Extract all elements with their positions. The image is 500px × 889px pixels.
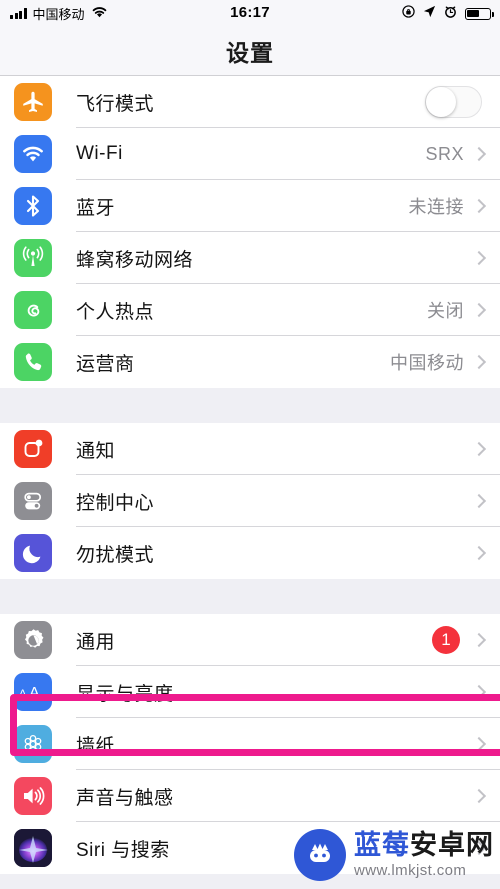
group-separator xyxy=(0,388,500,423)
phone-icon xyxy=(14,343,52,381)
moon-icon xyxy=(14,534,52,572)
control-center-icon xyxy=(14,482,52,520)
chevron-right-icon xyxy=(471,632,487,648)
airplane-icon xyxy=(14,83,52,121)
settings-row-wallpaper[interactable]: 墙纸 xyxy=(0,718,500,770)
settings-row-label: 显示与亮度 xyxy=(76,683,174,705)
wifi-icon xyxy=(14,135,52,173)
watermark-text: 蓝莓安卓网 www.lmkjst.com xyxy=(354,830,494,879)
status-bar: 中国移动 16:17 xyxy=(0,0,500,27)
settings-row-airplane-mode[interactable]: 飞行模式 xyxy=(0,76,500,128)
settings-row-label: 飞行模式 xyxy=(76,93,155,115)
chevron-right-icon xyxy=(471,441,487,457)
watermark-logo-icon xyxy=(294,829,346,881)
chevron-right-icon xyxy=(471,493,487,509)
settings-row-label: 勿扰模式 xyxy=(76,544,155,566)
watermark-brand-dark: 安卓网 xyxy=(410,830,494,860)
settings-row-display-brightness[interactable]: A A 显示与亮度 xyxy=(0,666,500,718)
settings-row-notifications[interactable]: 通知 xyxy=(0,423,500,475)
settings-group-connectivity: 飞行模式 Wi-Fi SRX 蓝牙 未连接 蜂窝移动网络 个人热点 关闭 运营商… xyxy=(0,76,500,388)
settings-row-label: 通用 xyxy=(76,631,116,653)
settings-list[interactable]: 飞行模式 Wi-Fi SRX 蓝牙 未连接 蜂窝移动网络 个人热点 关闭 运营商… xyxy=(0,76,500,889)
bluetooth-icon xyxy=(14,187,52,225)
settings-row-label: 声音与触感 xyxy=(76,787,174,809)
settings-row-label: 蓝牙 xyxy=(76,197,116,219)
cellular-icon xyxy=(14,239,52,277)
watermark-url: www.lmkjst.com xyxy=(354,862,467,879)
settings-row-general[interactable]: 通用 1 xyxy=(0,614,500,666)
watermark-brand-blue: 蓝莓 xyxy=(354,830,410,860)
siri-icon xyxy=(14,829,52,867)
status-badge: 1 xyxy=(432,626,460,654)
iphone-settings-screen: 中国移动 16:17 设置 飞行模式 Wi-Fi SRX 蓝牙 未连接 蜂窝移动… xyxy=(0,0,500,889)
settings-row-label: 控制中心 xyxy=(76,492,155,514)
hotspot-icon xyxy=(14,291,52,329)
display-aa-icon: A A xyxy=(14,673,52,711)
svg-text:A: A xyxy=(29,685,40,702)
chevron-right-icon xyxy=(471,250,487,266)
settings-row-bluetooth[interactable]: 蓝牙 未连接 xyxy=(0,180,500,232)
svg-text:A: A xyxy=(19,688,27,700)
settings-row-label: Wi-Fi xyxy=(76,143,123,164)
settings-row-sounds-haptics[interactable]: 声音与触感 xyxy=(0,770,500,822)
settings-row-carrier[interactable]: 运营商 中国移动 xyxy=(0,336,500,388)
gear-icon xyxy=(14,621,52,659)
chevron-right-icon xyxy=(471,198,487,214)
settings-row-cellular[interactable]: 蜂窝移动网络 xyxy=(0,232,500,284)
settings-row-label: 通知 xyxy=(76,440,116,462)
group-separator xyxy=(0,579,500,614)
chevron-right-icon xyxy=(471,545,487,561)
settings-row-personal-hotspot[interactable]: 个人热点 关闭 xyxy=(0,284,500,336)
settings-row-control-center[interactable]: 控制中心 xyxy=(0,475,500,527)
settings-group-notifications: 通知 控制中心 勿扰模式 xyxy=(0,423,500,579)
settings-row-value: 中国移动 xyxy=(390,353,464,373)
speaker-icon xyxy=(14,777,52,815)
chevron-right-icon xyxy=(471,684,487,700)
navigation-bar: 设置 xyxy=(0,27,500,76)
page-title: 设置 xyxy=(226,40,274,66)
settings-row-label: 运营商 xyxy=(76,353,135,375)
settings-row-value: 关闭 xyxy=(427,301,464,321)
settings-row-value: 未连接 xyxy=(408,197,464,217)
chevron-right-icon xyxy=(471,736,487,752)
chevron-right-icon xyxy=(471,788,487,804)
settings-row-value: SRX xyxy=(425,143,464,164)
settings-row-wifi[interactable]: Wi-Fi SRX xyxy=(0,128,500,180)
settings-row-label: 蜂窝移动网络 xyxy=(76,249,194,271)
chevron-right-icon xyxy=(471,146,487,162)
settings-row-label: 个人热点 xyxy=(76,301,155,323)
battery-icon xyxy=(465,7,494,20)
notification-icon xyxy=(14,430,52,468)
chevron-right-icon xyxy=(471,354,487,370)
site-watermark: 蓝莓安卓网 www.lmkjst.com xyxy=(294,829,494,881)
settings-row-do-not-disturb[interactable]: 勿扰模式 xyxy=(0,527,500,579)
status-bar-clock: 16:17 xyxy=(230,4,270,21)
chevron-right-icon xyxy=(471,302,487,318)
airplane-mode-toggle[interactable] xyxy=(425,86,482,118)
settings-row-label: 墙纸 xyxy=(76,735,116,757)
wallpaper-flower-icon xyxy=(14,725,52,763)
